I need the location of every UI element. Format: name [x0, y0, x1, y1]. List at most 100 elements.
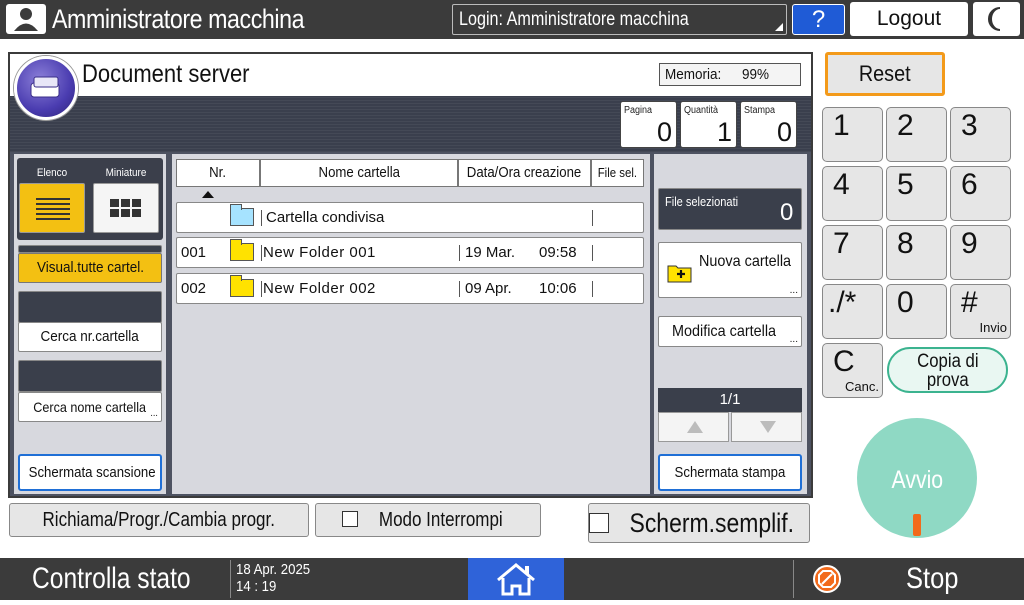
- interrupt-mode-label: Modo Interrompi: [379, 509, 503, 531]
- new-folder-button[interactable]: Nuova cartella ...: [658, 242, 802, 298]
- interrupt-mode-button[interactable]: Modo Interrompi: [315, 503, 541, 537]
- search-folder-number-label: Cerca nr.cartella: [40, 328, 140, 345]
- home-icon: [497, 563, 535, 596]
- selected-files-count: 0: [780, 199, 794, 226]
- separator: [459, 245, 460, 261]
- separator: [459, 281, 460, 297]
- folder-time: 09:58: [539, 244, 577, 261]
- key-0[interactable]: 0: [886, 284, 947, 339]
- key-clear[interactable]: C Canc.: [822, 343, 883, 398]
- key-enter[interactable]: # Invio: [950, 284, 1011, 339]
- memory-label: Memoria:: [665, 66, 722, 83]
- start-label-text: Avvio: [891, 466, 943, 494]
- document-server-icon: [14, 56, 78, 120]
- list-icon: [36, 198, 70, 220]
- counter-label: Stampa: [744, 105, 776, 116]
- counter-value: 0: [776, 117, 792, 147]
- memory-indicator: Memoria: 99%: [659, 63, 801, 86]
- key-clear-symbol: C: [833, 345, 855, 378]
- page-up-button[interactable]: [658, 412, 729, 442]
- page-title: Document server: [82, 60, 250, 88]
- login-label: Login: Amministratore macchina: [459, 9, 689, 30]
- key-5[interactable]: 5: [886, 166, 947, 221]
- down-arrow-icon: [760, 421, 776, 433]
- column-header-date[interactable]: Data/Ora creazione: [458, 159, 591, 187]
- folder-number-field: [18, 291, 162, 323]
- key-dot-star[interactable]: ./*: [822, 284, 883, 339]
- sample-copy-button[interactable]: Copia di prova: [887, 347, 1008, 393]
- column-header-label: Data/Ora creazione: [467, 164, 582, 181]
- recall-program-button[interactable]: Richiama/Progr./Cambia progr.: [9, 503, 309, 537]
- logout-button[interactable]: Logout: [850, 2, 968, 36]
- sample-copy-label-2: prova: [926, 370, 969, 391]
- folder-name: New Folder 001: [263, 244, 376, 261]
- shared-folder-row[interactable]: Cartella condivisa: [176, 202, 644, 233]
- folder-date: 09 Apr.: [465, 280, 512, 297]
- key-9[interactable]: 9: [950, 225, 1011, 280]
- folder-name: New Folder 002: [263, 280, 376, 297]
- separator: [592, 210, 593, 226]
- key-6[interactable]: 6: [950, 166, 1011, 221]
- separator: [592, 281, 593, 297]
- checkbox-icon: [342, 510, 359, 527]
- memory-value: 99%: [741, 66, 769, 83]
- counter-value: 0: [656, 117, 672, 147]
- check-status-button[interactable]: Controlla stato: [32, 560, 191, 598]
- reset-button[interactable]: Reset: [825, 52, 945, 96]
- counter-label: Quantità: [684, 105, 719, 116]
- column-header-label: File sel.: [597, 165, 638, 180]
- up-arrow-icon: [687, 421, 703, 433]
- show-all-folders-button[interactable]: Visual.tutte cartel.: [18, 253, 162, 283]
- login-dropdown[interactable]: Login: Amministratore macchina: [452, 4, 787, 35]
- key-1[interactable]: 1: [822, 107, 883, 162]
- key-4[interactable]: 4: [822, 166, 883, 221]
- recall-program-label: Richiama/Progr./Cambia progr.: [42, 509, 276, 531]
- search-folder-number-button[interactable]: Cerca nr.cartella: [18, 322, 162, 352]
- more-indicator: ...: [789, 334, 798, 345]
- list-view-label: Elenco: [36, 167, 68, 179]
- separator: [261, 245, 262, 261]
- column-header-label: Nr.: [209, 164, 227, 181]
- print-screen-label: Schermata stampa: [674, 464, 786, 481]
- page-down-button[interactable]: [731, 412, 802, 442]
- home-button[interactable]: [468, 558, 564, 600]
- moon-icon: [988, 7, 1001, 31]
- key-enter-sub-label: Invio: [979, 320, 1007, 335]
- key-3[interactable]: 3: [950, 107, 1011, 162]
- scan-screen-button[interactable]: Schermata scansione: [18, 454, 162, 491]
- key-8[interactable]: 8: [886, 225, 947, 280]
- folder-icon: [230, 275, 254, 297]
- search-folder-name-button[interactable]: Cerca nome cartella...: [18, 392, 162, 422]
- counter-label: Pagina: [624, 105, 653, 116]
- folder-name: Cartella condivisa: [266, 209, 385, 226]
- divider: [18, 245, 162, 253]
- edit-folder-button[interactable]: Modifica cartella ...: [658, 316, 802, 347]
- column-header-name[interactable]: Nome cartella: [260, 159, 458, 187]
- separator: [261, 281, 262, 297]
- print-screen-button[interactable]: Schermata stampa: [658, 454, 802, 491]
- counter-value: 1: [716, 117, 732, 147]
- stop-button[interactable]: Stop: [906, 560, 958, 598]
- table-row[interactable]: 001 New Folder 001 19 Mar. 09:58: [176, 237, 644, 268]
- column-header-number[interactable]: Nr.: [176, 159, 260, 187]
- sort-ascending-icon: [202, 191, 214, 198]
- table-row[interactable]: 002 New Folder 002 09 Apr. 10:06: [176, 273, 644, 304]
- thumbnail-view-button[interactable]: [93, 183, 159, 233]
- night-mode-button[interactable]: [973, 2, 1020, 36]
- key-2[interactable]: 2: [886, 107, 947, 162]
- help-button[interactable]: ?: [792, 4, 845, 35]
- list-view-button[interactable]: [19, 183, 85, 233]
- folder-icon: [230, 204, 254, 226]
- simple-screen-button[interactable]: Scherm.semplif.: [588, 503, 810, 543]
- search-folder-name-label: Cerca nome cartella: [33, 399, 147, 415]
- stop-icon: [813, 565, 841, 593]
- key-7[interactable]: 7: [822, 225, 883, 280]
- key-enter-symbol: #: [961, 286, 978, 319]
- checkbox-icon: [589, 512, 610, 533]
- reset-label: Reset: [859, 61, 911, 86]
- folder-number: 002: [181, 280, 207, 297]
- user-icon: [6, 4, 46, 34]
- key-clear-sub-label: Canc.: [845, 379, 879, 394]
- counter-quantity: Quantità 1: [680, 101, 737, 148]
- edit-folder-label: Modifica cartella: [672, 323, 777, 340]
